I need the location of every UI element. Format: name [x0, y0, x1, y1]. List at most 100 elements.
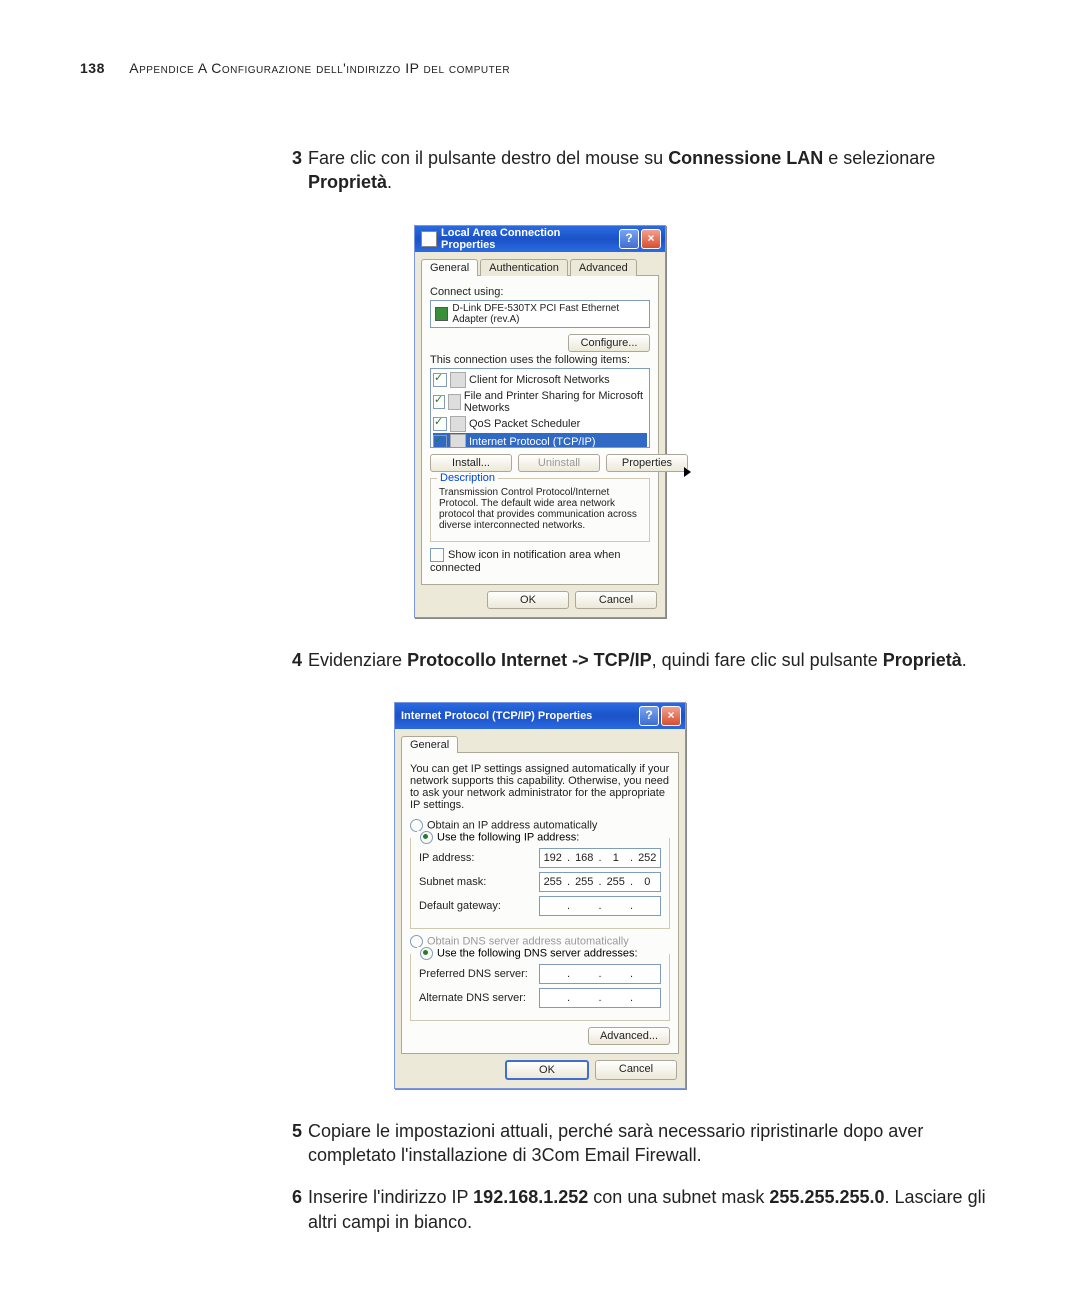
- checkbox-icon[interactable]: [433, 373, 447, 387]
- list-item[interactable]: Client for Microsoft Networks: [433, 371, 647, 389]
- advanced-button[interactable]: Advanced...: [588, 1027, 670, 1045]
- titlebar[interactable]: Local Area Connection Properties ? ×: [415, 226, 665, 252]
- window-title: Local Area Connection Properties: [441, 227, 617, 251]
- manual-ip-group: Use the following IP address: IP address…: [410, 838, 670, 929]
- list-item[interactable]: File and Printer Sharing for Microsoft N…: [433, 389, 647, 415]
- checkbox-icon[interactable]: [430, 548, 444, 562]
- adapter-field[interactable]: D-Link DFE-530TX PCI Fast Ethernet Adapt…: [430, 300, 650, 328]
- show-icon-checkbox[interactable]: Show icon in notification area when conn…: [430, 548, 650, 574]
- step-number: 5: [280, 1119, 302, 1168]
- tcpip-properties-dialog: Internet Protocol (TCP/IP) Properties ? …: [394, 702, 686, 1089]
- window-title: Internet Protocol (TCP/IP) Properties: [401, 710, 637, 722]
- titlebar[interactable]: Internet Protocol (TCP/IP) Properties ? …: [395, 703, 685, 729]
- step-number: 6: [280, 1185, 302, 1234]
- description-legend: Description: [437, 472, 498, 484]
- list-item-selected[interactable]: Internet Protocol (TCP/IP): [433, 433, 647, 448]
- radio-icon[interactable]: [420, 831, 433, 844]
- lan-properties-dialog: Local Area Connection Properties ? × Gen…: [414, 225, 666, 618]
- description-text: Transmission Control Protocol/Internet P…: [439, 487, 641, 531]
- alternate-dns-row: Alternate DNS server: ...: [419, 988, 661, 1008]
- radio-label: Obtain an IP address automatically: [427, 819, 597, 831]
- help-button[interactable]: ?: [639, 706, 659, 726]
- step-4: 4 Evidenziare Protocollo Internet -> TCP…: [280, 648, 1000, 672]
- radio-label: Obtain DNS server address automatically: [427, 935, 629, 947]
- show-icon-label: Show icon in notification area when conn…: [430, 549, 620, 574]
- cancel-button[interactable]: Cancel: [595, 1060, 677, 1080]
- step-bold: Protocollo Internet -> TCP/IP: [407, 650, 652, 670]
- list-item[interactable]: QoS Packet Scheduler: [433, 415, 647, 433]
- preferred-dns-input[interactable]: ...: [539, 964, 661, 984]
- step-3: 3 Fare clic con il pulsante destro del m…: [280, 146, 1000, 195]
- step-bold: 255.255.255.0: [769, 1187, 884, 1207]
- adapter-name: D-Link DFE-530TX PCI Fast Ethernet Adapt…: [452, 303, 645, 325]
- gateway-label: Default gateway:: [419, 900, 539, 912]
- subnet-mask-row: Subnet mask: 255.255.255.0: [419, 872, 661, 892]
- step-text: Inserire l'indirizzo IP: [308, 1187, 473, 1207]
- close-button[interactable]: ×: [661, 706, 681, 726]
- items-label: This connection uses the following items…: [430, 354, 650, 366]
- page-number: 138: [80, 60, 105, 76]
- alternate-dns-input[interactable]: ...: [539, 988, 661, 1008]
- gateway-input[interactable]: ...: [539, 896, 661, 916]
- step-number: 3: [280, 146, 302, 195]
- radio-label: Use the following DNS server addresses:: [437, 947, 638, 959]
- ok-button[interactable]: OK: [505, 1060, 589, 1080]
- step-bold: 192.168.1.252: [473, 1187, 588, 1207]
- adns-label: Alternate DNS server:: [419, 992, 539, 1004]
- ip-label: IP address:: [419, 852, 539, 864]
- step-text: , quindi fare clic sul pulsante: [652, 650, 883, 670]
- step-text: Evidenziare: [308, 650, 407, 670]
- radio-label: Use the following IP address:: [437, 831, 579, 843]
- manual-dns-group: Use the following DNS server addresses: …: [410, 954, 670, 1021]
- step-bold: Connessione LAN: [668, 148, 823, 168]
- tab-advanced[interactable]: Advanced: [570, 259, 637, 276]
- connect-using-label: Connect using:: [430, 286, 650, 298]
- window-icon: [421, 231, 437, 247]
- mask-label: Subnet mask:: [419, 876, 539, 888]
- ok-button[interactable]: OK: [487, 591, 569, 609]
- tab-general[interactable]: General: [401, 736, 458, 753]
- close-button[interactable]: ×: [641, 229, 661, 249]
- page-header: 138 Appendice A Configurazione dell'indi…: [80, 60, 1000, 76]
- step-text: e selezionare: [823, 148, 935, 168]
- radio-icon[interactable]: [420, 947, 433, 960]
- step-number: 4: [280, 648, 302, 672]
- list-item-label: File and Printer Sharing for Microsoft N…: [464, 390, 647, 414]
- step-5: 5 Copiare le impostazioni attuali, perch…: [280, 1119, 1000, 1168]
- gateway-row: Default gateway: ...: [419, 896, 661, 916]
- tab-general[interactable]: General: [421, 259, 478, 276]
- step-text: con una subnet mask: [588, 1187, 769, 1207]
- cancel-button[interactable]: Cancel: [575, 591, 657, 609]
- tab-authentication[interactable]: Authentication: [480, 259, 568, 276]
- ip-address-input[interactable]: 192.168.1.252: [539, 848, 661, 868]
- subnet-mask-input[interactable]: 255.255.255.0: [539, 872, 661, 892]
- ip-address-row: IP address: 192.168.1.252: [419, 848, 661, 868]
- properties-button[interactable]: Properties: [606, 454, 688, 472]
- configure-button[interactable]: Configure...: [568, 334, 650, 352]
- help-button[interactable]: ?: [619, 229, 639, 249]
- component-icon: [450, 416, 466, 432]
- pdns-label: Preferred DNS server:: [419, 968, 539, 980]
- nic-icon: [435, 307, 448, 321]
- radio-use-ip[interactable]: Use the following IP address:: [417, 831, 582, 844]
- step-6: 6 Inserire l'indirizzo IP 192.168.1.252 …: [280, 1185, 1000, 1234]
- checkbox-icon[interactable]: [433, 417, 447, 431]
- component-icon: [450, 434, 466, 448]
- description-group: Description Transmission Control Protoco…: [430, 478, 650, 542]
- checkbox-icon[interactable]: [433, 395, 445, 409]
- uninstall-button[interactable]: Uninstall: [518, 454, 600, 472]
- step-bold: Proprietà: [308, 172, 387, 192]
- step-text: .: [387, 172, 392, 192]
- intro-text: You can get IP settings assigned automat…: [410, 763, 670, 811]
- list-item-label: Internet Protocol (TCP/IP): [469, 436, 596, 448]
- install-button[interactable]: Install...: [430, 454, 512, 472]
- components-list[interactable]: Client for Microsoft Networks File and P…: [430, 368, 650, 448]
- radio-use-dns[interactable]: Use the following DNS server addresses:: [417, 947, 641, 960]
- checkbox-icon[interactable]: [433, 435, 447, 448]
- list-item-label: QoS Packet Scheduler: [469, 418, 580, 430]
- step-text: Fare clic con il pulsante destro del mou…: [308, 148, 668, 168]
- step-bold: Proprietà: [883, 650, 962, 670]
- preferred-dns-row: Preferred DNS server: ...: [419, 964, 661, 984]
- step-text: Copiare le impostazioni attuali, perché …: [308, 1119, 1000, 1168]
- list-item-label: Client for Microsoft Networks: [469, 374, 610, 386]
